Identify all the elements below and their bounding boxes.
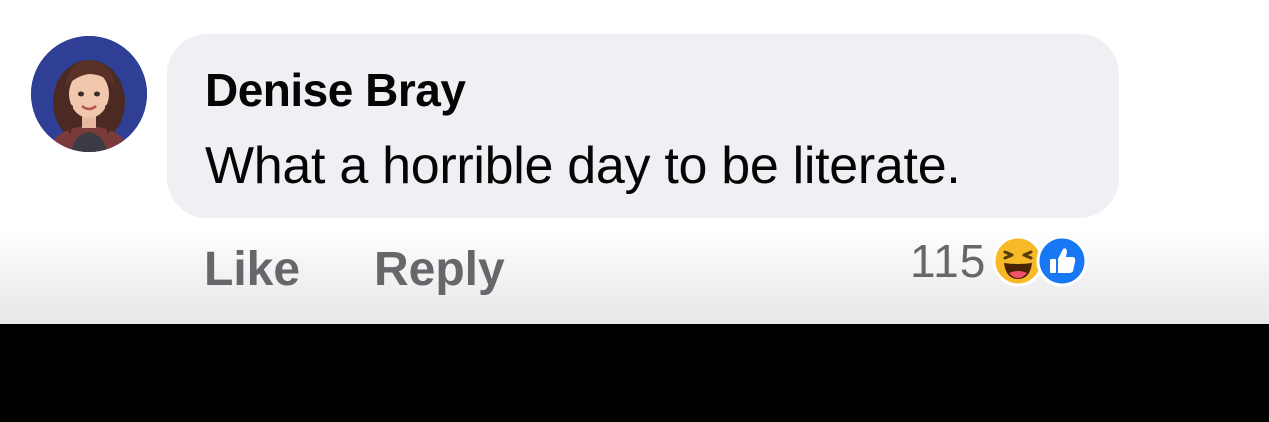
screenshot-frame: Denise Bray What a horrible day to be li… <box>0 0 1269 422</box>
reactions-summary[interactable]: 115 <box>910 226 1088 296</box>
avatar[interactable] <box>31 36 147 152</box>
comment-text: What a horrible day to be literate. <box>205 137 961 195</box>
avatar-image <box>31 36 147 152</box>
comment-bubble: Denise Bray What a horrible day to be li… <box>167 34 1119 218</box>
comment-author-name[interactable]: Denise Bray <box>205 64 466 116</box>
like-button[interactable]: Like <box>204 240 300 300</box>
like-icon <box>1036 235 1088 287</box>
reply-button[interactable]: Reply <box>374 240 505 300</box>
letterbox-bar <box>0 324 1269 422</box>
comment-row: Denise Bray What a horrible day to be li… <box>0 0 1269 324</box>
reaction-count: 115 <box>910 235 987 287</box>
